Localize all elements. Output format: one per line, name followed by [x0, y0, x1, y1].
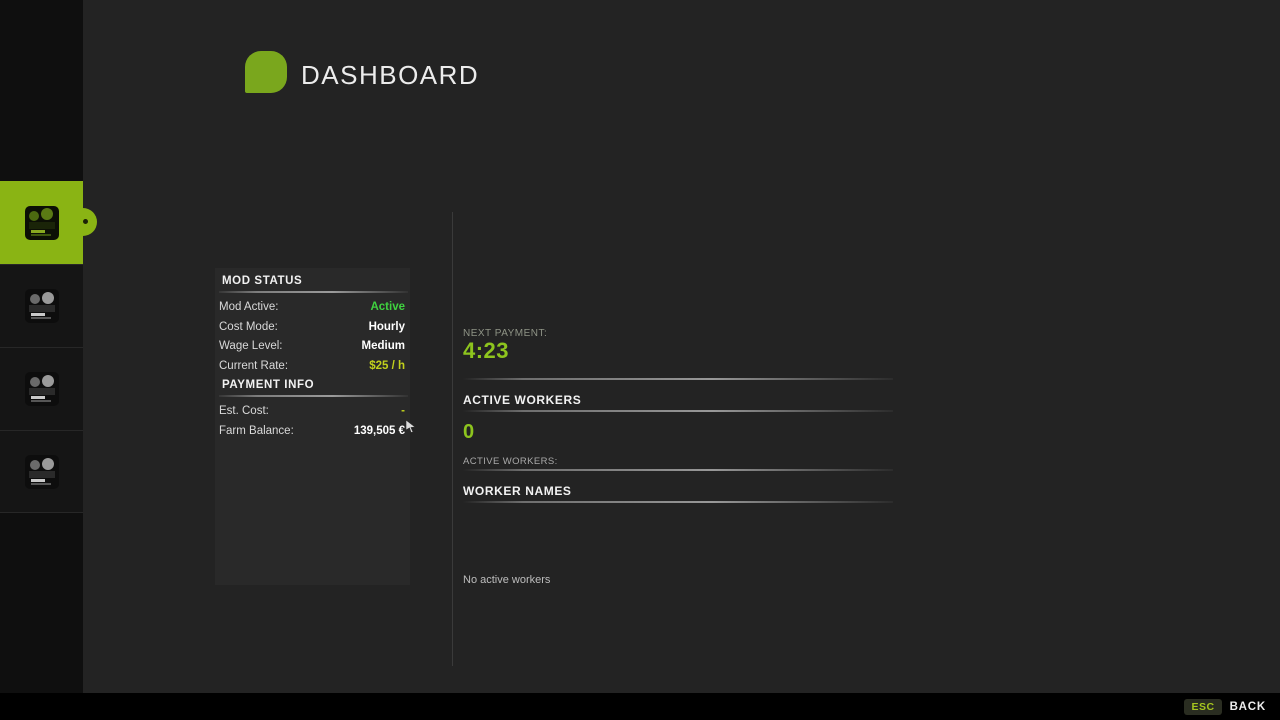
selected-tab-bump-dot — [83, 219, 88, 224]
no-active-workers-message: No active workers — [463, 574, 550, 586]
wage-level-row: Wage Level: Medium — [215, 340, 410, 352]
mod-status-header: MOD STATUS — [222, 275, 405, 287]
mod-thumbnail-icon — [25, 455, 59, 489]
wage-level-value: Medium — [362, 340, 405, 352]
mod-thumbnail-icon — [25, 372, 59, 406]
cost-mode-row: Cost Mode: Hourly — [215, 321, 410, 333]
cost-mode-label: Cost Mode: — [219, 321, 278, 333]
mod-thumbnail-icon — [25, 289, 59, 323]
sidebar-tab-3[interactable] — [0, 347, 83, 430]
sidebar-tab-4[interactable] — [0, 430, 83, 513]
payment-info-header: PAYMENT INFO — [222, 379, 405, 391]
workers-panel: NEXT PAYMENT: 4:23 ACTIVE WORKERS 0 ACTI… — [463, 328, 893, 503]
mod-active-row: Mod Active: Active — [215, 301, 410, 313]
esc-key-badge[interactable]: ESC — [1184, 699, 1221, 715]
separator — [463, 469, 893, 471]
next-payment-value: 4:23 — [463, 339, 893, 362]
mod-active-value: Active — [370, 301, 405, 313]
active-workers-count: 0 — [463, 421, 893, 444]
worker-names-header: WORKER NAMES — [463, 484, 893, 498]
farm-balance-value: 139,505 € — [354, 425, 405, 437]
est-cost-label: Est. Cost: — [219, 405, 269, 417]
active-workers-header: ACTIVE WORKERS — [463, 393, 893, 407]
sidebar — [0, 0, 83, 693]
mod-thumbnail-icon — [25, 206, 59, 240]
divider — [219, 395, 408, 397]
divider — [219, 291, 408, 293]
next-payment-label: NEXT PAYMENT: — [463, 328, 893, 339]
status-panel: MOD STATUS Mod Active: Active Cost Mode:… — [215, 268, 410, 585]
mod-logo-icon — [245, 51, 287, 93]
cost-mode-value: Hourly — [369, 321, 405, 333]
separator — [463, 378, 893, 380]
current-rate-row: Current Rate: $25 / h — [215, 360, 410, 372]
mouse-cursor-icon — [405, 419, 417, 433]
page-title: DASHBOARD — [301, 60, 479, 91]
mod-active-label: Mod Active: — [219, 301, 278, 313]
back-button[interactable]: BACK — [1230, 701, 1266, 713]
current-rate-value: $25 / h — [369, 360, 405, 372]
separator — [463, 501, 893, 503]
active-workers-sublabel: ACTIVE WORKERS: — [463, 456, 893, 467]
bottom-bar: ESC BACK — [0, 693, 1280, 720]
wage-level-label: Wage Level: — [219, 340, 283, 352]
panel-divider — [452, 212, 453, 666]
farm-balance-row: Farm Balance: 139,505 € — [215, 425, 410, 437]
sidebar-tab-2[interactable] — [0, 264, 83, 347]
est-cost-row: Est. Cost: - — [215, 405, 410, 417]
separator — [463, 410, 893, 412]
farm-balance-label: Farm Balance: — [219, 425, 294, 437]
est-cost-value: - — [401, 405, 405, 417]
current-rate-label: Current Rate: — [219, 360, 288, 372]
